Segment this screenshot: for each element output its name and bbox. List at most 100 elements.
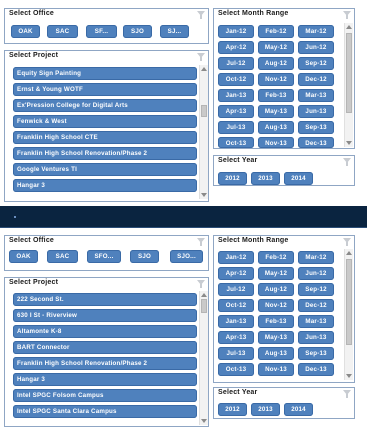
month-chip[interactable]: Apr-13 (218, 331, 254, 344)
project-item[interactable]: 222 Second St. (13, 293, 197, 306)
office-chip[interactable]: SJO (130, 250, 159, 263)
month-chip[interactable]: Feb-13 (258, 315, 294, 328)
project-item[interactable]: Franklin High School Renovation/Phase 2 (13, 147, 197, 160)
scroll-up-icon[interactable] (346, 25, 352, 29)
year-chip[interactable]: 2012 (218, 403, 247, 416)
project-item[interactable]: Google Ventures TI (13, 163, 197, 176)
month-chip[interactable]: Jan-13 (218, 315, 254, 328)
year-chip[interactable]: 2014 (284, 172, 313, 185)
office-chip[interactable]: SAC (47, 25, 78, 38)
clear-filter-icon[interactable] (197, 238, 205, 246)
month-chip[interactable]: Dec-13 (298, 363, 334, 376)
month-chip[interactable]: Mar-12 (298, 25, 334, 38)
month-chip[interactable]: Jul-13 (218, 121, 254, 134)
month-chip[interactable]: Aug-13 (258, 121, 294, 134)
month-chip[interactable]: Jun-12 (298, 41, 334, 54)
scroll-thumb[interactable] (346, 33, 352, 113)
month-chip[interactable]: Mar-12 (298, 251, 334, 264)
month-chip[interactable]: Sep-12 (298, 57, 334, 70)
month-chip[interactable]: Apr-12 (218, 41, 254, 54)
month-chip[interactable]: Dec-13 (298, 137, 334, 148)
clear-filter-icon[interactable] (343, 238, 351, 246)
project-item[interactable]: Fenwick & West (13, 115, 197, 128)
project-scrollbar[interactable] (199, 65, 208, 199)
month-chip[interactable]: Jul-12 (218, 283, 254, 296)
month-chip[interactable]: Feb-12 (258, 251, 294, 264)
office-chip[interactable]: SFO... (87, 250, 121, 263)
month-chip[interactable]: Jan-13 (218, 89, 254, 102)
clear-filter-icon[interactable] (343, 390, 351, 398)
month-chip[interactable]: Oct-13 (218, 363, 254, 376)
month-chip[interactable]: Aug-12 (258, 57, 294, 70)
project-item[interactable]: Equity Sign Painting (13, 67, 197, 80)
office-chip[interactable]: OAK (9, 250, 38, 263)
project-item[interactable]: Ernst & Young WOTF (13, 83, 197, 96)
year-chip[interactable]: 2013 (251, 172, 280, 185)
project-item[interactable]: Hangar 3 (13, 373, 197, 386)
month-chip[interactable]: Aug-13 (258, 347, 294, 360)
month-chip[interactable]: Feb-13 (258, 89, 294, 102)
month-chip[interactable]: Sep-13 (298, 347, 334, 360)
office-chip[interactable]: SAC (47, 250, 78, 263)
scroll-down-icon[interactable] (201, 193, 207, 197)
month-chip[interactable]: Nov-13 (258, 137, 294, 148)
month-chip[interactable]: Jun-13 (298, 331, 334, 344)
clear-filter-icon[interactable] (197, 53, 205, 61)
project-scrollbar[interactable] (199, 291, 208, 425)
month-chip[interactable]: Mar-13 (298, 89, 334, 102)
office-chip[interactable]: SJO (123, 25, 152, 38)
month-chip[interactable]: Jun-13 (298, 105, 334, 118)
month-chip[interactable]: Nov-13 (258, 363, 294, 376)
year-chip[interactable]: 2012 (218, 172, 247, 185)
project-item[interactable]: Franklin High School CTE (13, 131, 197, 144)
office-chip[interactable]: OAK (11, 25, 40, 38)
month-chip[interactable]: May-13 (258, 331, 294, 344)
year-chip[interactable]: 2014 (284, 403, 313, 416)
month-chip[interactable]: Oct-13 (218, 137, 254, 148)
month-chip[interactable]: Jul-13 (218, 347, 254, 360)
scroll-down-icon[interactable] (346, 374, 352, 378)
month-chip[interactable]: May-12 (258, 267, 294, 280)
scroll-down-icon[interactable] (201, 419, 207, 423)
scroll-thumb[interactable] (346, 259, 352, 345)
year-chip[interactable]: 2013 (251, 403, 280, 416)
month-chip[interactable]: Nov-12 (258, 299, 294, 312)
month-chip[interactable]: May-13 (258, 105, 294, 118)
clear-filter-icon[interactable] (197, 280, 205, 288)
month-scrollbar[interactable] (344, 249, 353, 380)
month-chip[interactable]: Jul-12 (218, 57, 254, 70)
month-chip[interactable]: Apr-13 (218, 105, 254, 118)
scroll-thumb[interactable] (201, 105, 207, 117)
month-chip[interactable]: Mar-13 (298, 315, 334, 328)
month-chip[interactable]: Apr-12 (218, 267, 254, 280)
clear-filter-icon[interactable] (343, 158, 351, 166)
scroll-thumb[interactable] (201, 299, 207, 313)
month-chip[interactable]: Feb-12 (258, 25, 294, 38)
month-chip[interactable]: Dec-12 (298, 73, 334, 86)
project-item[interactable]: Intel SPGC Folsom Campus (13, 389, 197, 402)
office-chip[interactable]: SJO... (170, 250, 203, 263)
month-scrollbar[interactable] (344, 23, 353, 147)
scroll-up-icon[interactable] (346, 251, 352, 255)
clear-filter-icon[interactable] (197, 11, 205, 19)
month-chip[interactable]: Jan-12 (218, 25, 254, 38)
project-item[interactable]: Franklin High School Renovation/Phase 2 (13, 357, 197, 370)
office-chip[interactable]: SF... (86, 25, 117, 38)
project-item[interactable]: Intel SPGC Santa Clara Campus (13, 405, 197, 418)
month-chip[interactable]: Jan-12 (218, 251, 254, 264)
month-chip[interactable]: Jun-12 (298, 267, 334, 280)
project-item[interactable]: BART Connector (13, 341, 197, 354)
month-chip[interactable]: Sep-12 (298, 283, 334, 296)
month-chip[interactable]: Dec-12 (298, 299, 334, 312)
month-chip[interactable]: Oct-12 (218, 73, 254, 86)
month-chip[interactable]: Aug-12 (258, 283, 294, 296)
clear-filter-icon[interactable] (343, 11, 351, 19)
month-chip[interactable]: Sep-13 (298, 121, 334, 134)
project-item[interactable]: Altamonte K-8 (13, 325, 197, 338)
project-item[interactable]: Hangar 3 (13, 179, 197, 192)
office-chip[interactable]: SJ... (160, 25, 189, 38)
scroll-down-icon[interactable] (346, 141, 352, 145)
month-chip[interactable]: Nov-12 (258, 73, 294, 86)
scroll-up-icon[interactable] (201, 67, 207, 71)
month-chip[interactable]: May-12 (258, 41, 294, 54)
